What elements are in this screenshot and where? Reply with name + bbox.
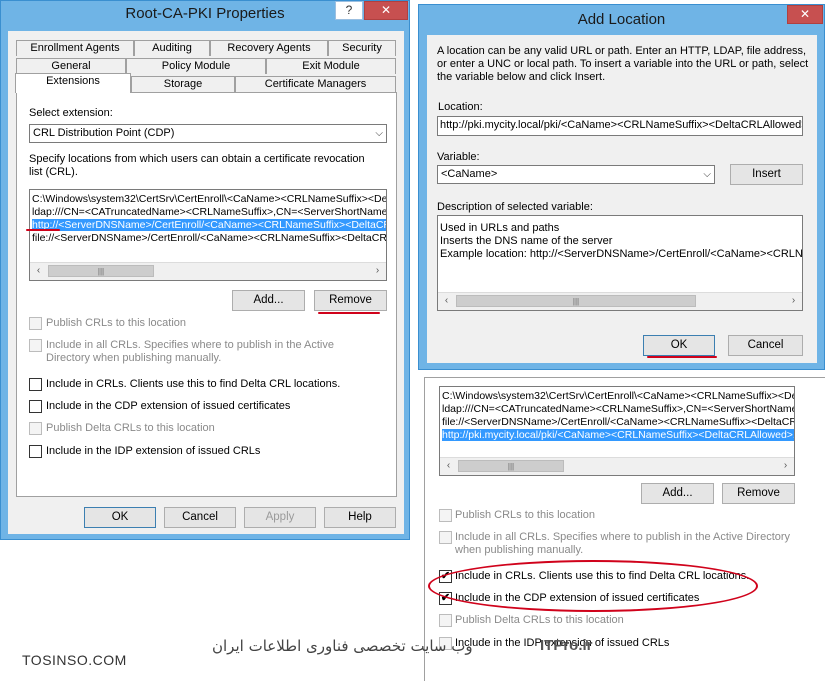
select-extension-value: CRL Distribution Point (CDP)	[33, 127, 175, 139]
include-all-crls-checkbox[interactable]	[29, 339, 42, 352]
scroll-right-icon[interactable]: ›	[369, 263, 386, 279]
add-location-window: Add Location ✕ A location can be any val…	[418, 4, 825, 370]
properties-client: Enrollment Agents Auditing Recovery Agen…	[8, 31, 404, 534]
remove-location-button[interactable]: Remove	[314, 290, 387, 311]
add-location-intro: A location can be any valid URL or path.…	[437, 45, 809, 83]
tab-exit-module[interactable]: Exit Module	[266, 58, 396, 74]
result-add-button[interactable]: Add...	[641, 483, 714, 504]
description-scrollbar[interactable]: ‹ ||| ›	[438, 292, 802, 310]
properties-window: Root-CA-PKI Properties ? ✕ Enrollment Ag…	[0, 0, 410, 540]
tab-certificate-managers[interactable]: Certificate Managers	[235, 76, 396, 92]
grip-icon: |||	[97, 267, 105, 276]
tab-auditing[interactable]: Auditing	[134, 40, 210, 56]
watermark-tagline: وب سایت تخصصی فناوری اطلاعات ایران	[212, 637, 473, 655]
description-line: Example location: http://<ServerDNSName>…	[440, 248, 803, 260]
include-idp-checkbox[interactable]	[29, 445, 42, 458]
description-label: Description of selected variable:	[437, 201, 593, 213]
scroll-right-icon[interactable]: ›	[777, 458, 794, 474]
annotation-underline-http	[26, 229, 60, 231]
add-location-cancel-button[interactable]: Cancel	[728, 335, 803, 356]
close-add-location-button[interactable]: ✕	[787, 5, 823, 24]
specify-locations-text: Specify locations from which users can o…	[29, 153, 365, 178]
select-extension-label: Select extension:	[29, 107, 113, 119]
publish-delta-checkbox[interactable]	[29, 422, 42, 435]
ok-button[interactable]: OK	[84, 507, 156, 528]
publish-crls-label: Publish CRLs to this location	[46, 317, 187, 329]
extensions-panel: Select extension: CRL Distribution Point…	[16, 92, 397, 497]
location-item[interactable]: C:\Windows\system32\CertSrv\CertEnroll\<…	[442, 390, 794, 402]
cancel-button[interactable]: Cancel	[164, 507, 236, 528]
description-box: Used in URLs and paths Inserts the DNS n…	[437, 215, 803, 311]
close-titlebar-button[interactable]: ✕	[364, 1, 408, 20]
insert-button[interactable]: Insert	[730, 164, 803, 185]
grip-icon: |||	[572, 297, 580, 306]
location-item[interactable]: ldap:///CN=<CATruncatedName><CRLNameSuff…	[32, 206, 386, 218]
publish-crls-checkbox[interactable]	[29, 317, 42, 330]
include-in-crls-label: Include in CRLs. Clients use this to fin…	[46, 378, 341, 390]
result-locations-list[interactable]: C:\Windows\system32\CertSrv\CertEnroll\<…	[439, 386, 795, 476]
result-publish-crls-checkbox[interactable]	[439, 509, 452, 522]
scroll-left-icon[interactable]: ‹	[438, 293, 455, 309]
add-location-ok-button[interactable]: OK	[643, 335, 715, 356]
tab-enrollment-agents[interactable]: Enrollment Agents	[16, 40, 134, 56]
result-include-all-crls-checkbox[interactable]	[439, 531, 452, 544]
scroll-thumb[interactable]: |||	[456, 295, 696, 307]
help-titlebar-button[interactable]: ?	[335, 1, 363, 20]
include-cdp-checkbox[interactable]	[29, 400, 42, 413]
add-location-client: A location can be any valid URL or path.…	[427, 35, 817, 363]
scroll-right-icon[interactable]: ›	[785, 293, 802, 309]
include-cdp-label: Include in the CDP extension of issued c…	[46, 400, 291, 412]
location-item-selected[interactable]: http://<ServerDNSName>/CertEnroll/<CaNam…	[32, 219, 386, 231]
tab-recovery-agents[interactable]: Recovery Agents	[210, 40, 328, 56]
location-item[interactable]: ldap:///CN=<CATruncatedName><CRLNameSuff…	[442, 403, 794, 415]
location-item[interactable]: file://<ServerDNSName>/CertEnroll/<CaNam…	[442, 416, 794, 428]
variable-label: Variable:	[437, 151, 480, 163]
tab-policy-module[interactable]: Policy Module	[126, 58, 266, 74]
scroll-thumb[interactable]: |||	[48, 265, 154, 277]
include-idp-label: Include in the IDP extension of issued C…	[46, 445, 261, 457]
tab-storage[interactable]: Storage	[131, 76, 235, 92]
help-button[interactable]: Help	[324, 507, 396, 528]
include-all-crls-label: Include in all CRLs. Specifies where to …	[46, 339, 334, 364]
chevron-down-icon[interactable]: ⌵	[375, 125, 383, 142]
variable-combo[interactable]: <CaName> ⌵	[437, 165, 715, 184]
tab-security[interactable]: Security	[328, 40, 396, 56]
locations-list[interactable]: C:\Windows\system32\CertSrv\CertEnroll\<…	[29, 189, 387, 281]
result-publish-delta-checkbox[interactable]	[439, 614, 452, 627]
chevron-down-icon[interactable]: ⌵	[703, 166, 711, 183]
description-line: Used in URLs and paths	[440, 222, 560, 234]
scroll-thumb[interactable]: |||	[458, 460, 564, 472]
tab-general[interactable]: General	[16, 58, 126, 74]
add-location-button[interactable]: Add...	[232, 290, 305, 311]
result-scrollbar[interactable]: ‹ ||| ›	[440, 457, 794, 475]
location-item[interactable]: C:\Windows\system32\CertSrv\CertEnroll\<…	[32, 193, 386, 205]
add-location-title: Add Location	[577, 11, 666, 28]
locations-scrollbar[interactable]: ‹ ||| ›	[30, 262, 386, 280]
result-include-all-crls-label: Include in all CRLs. Specifies where to …	[455, 531, 791, 556]
location-input[interactable]: http://pki.mycity.local/pki/<CaName><CRL…	[437, 116, 803, 136]
publish-delta-label: Publish Delta CRLs to this location	[46, 422, 215, 434]
variable-value: <CaName>	[441, 168, 498, 180]
result-publish-delta-label: Publish Delta CRLs to this location	[455, 614, 624, 626]
location-item[interactable]: file://<ServerDNSName>/CertEnroll/<CaNam…	[32, 232, 386, 244]
apply-button[interactable]: Apply	[244, 507, 316, 528]
annotation-underline-remove	[318, 312, 380, 314]
annotation-underline-ok	[647, 356, 717, 358]
include-in-crls-checkbox[interactable]	[29, 378, 42, 391]
watermark-site: TOSINSO.COM	[22, 652, 127, 668]
grip-icon: |||	[507, 462, 515, 471]
tab-extensions[interactable]: Extensions	[15, 73, 131, 93]
location-label: Location:	[438, 101, 483, 113]
description-line: Inserts the DNS name of the server	[440, 235, 613, 247]
annotation-ellipse	[428, 560, 758, 612]
scroll-left-icon[interactable]: ‹	[30, 263, 47, 279]
result-publish-crls-label: Publish CRLs to this location	[455, 509, 596, 521]
scroll-left-icon[interactable]: ‹	[440, 458, 457, 474]
result-remove-button[interactable]: Remove	[722, 483, 795, 504]
location-item-selected[interactable]: http://pki.mycity.local/pki/<CaName><CRL…	[442, 429, 794, 441]
select-extension-combo[interactable]: CRL Distribution Point (CDP) ⌵	[29, 124, 387, 143]
result-fragment: C:\Windows\system32\CertSrv\CertEnroll\<…	[424, 377, 825, 681]
watermark-brand: ITPro.ir	[540, 637, 593, 654]
